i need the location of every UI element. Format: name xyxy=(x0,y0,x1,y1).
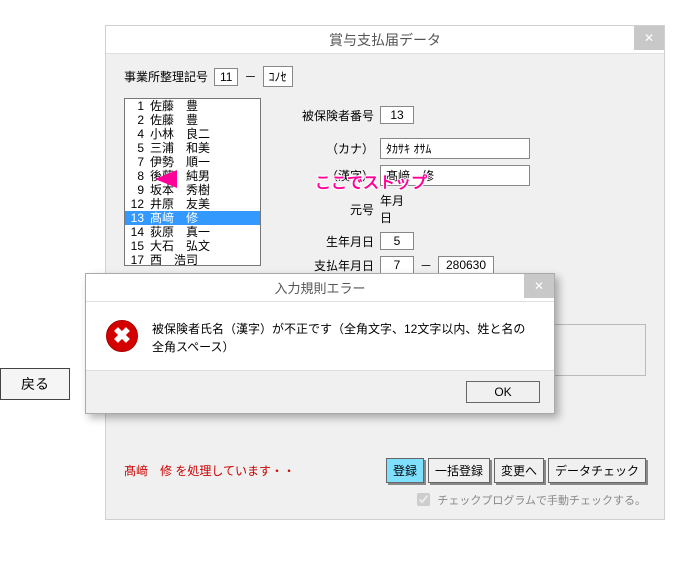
ok-button[interactable]: OK xyxy=(466,381,540,403)
list-item: 17西 浩司 xyxy=(125,253,260,266)
error-body: ✖ 被保険者氏名（漢字）が不正です（全角文字、12文字以内、姓と名の全角スペース… xyxy=(86,302,554,370)
register-button[interactable]: 登録 xyxy=(386,458,424,483)
employee-list[interactable]: 1佐藤 豊 2佐藤 豊 4小林 良二 5三浦 和美 7伊勢 順一 8後藤 純男 … xyxy=(124,98,261,266)
insured-no-label: 被保険者番号 xyxy=(292,107,374,124)
list-item: 12井原 友美 xyxy=(125,197,260,211)
pay-date-field[interactable]: 280630 xyxy=(438,256,494,274)
form-area: 被保険者番号 13 （カナ） ﾀｶｻｷ ｵｻﾑ （漢字） 髙﨑 修 元号 年月日… xyxy=(292,106,530,280)
manual-check-checkbox[interactable] xyxy=(417,493,430,506)
error-titlebar: 入力規則エラー ✕ xyxy=(86,274,554,302)
office-code-row: 事業所整理記号 11 － ｺﾉｾ xyxy=(124,66,646,87)
office-code-1[interactable]: 11 xyxy=(214,68,238,86)
office-code-label: 事業所整理記号 xyxy=(124,68,208,85)
pay-date-label: 支払年月日 xyxy=(292,257,374,274)
office-code-2[interactable]: ｺﾉｾ xyxy=(263,66,293,87)
back-button[interactable]: 戻る xyxy=(0,368,70,400)
pay-era-field[interactable]: 7 xyxy=(380,256,414,274)
change-button[interactable]: 変更へ xyxy=(494,458,544,483)
kanji-field[interactable]: 髙﨑 修 xyxy=(380,165,530,186)
list-item: 1佐藤 豊 xyxy=(125,99,260,113)
list-item-selected: 13髙﨑 修 xyxy=(125,211,260,225)
error-dialog: 入力規則エラー ✕ ✖ 被保険者氏名（漢字）が不正です（全角文字、12文字以内、… xyxy=(85,273,555,414)
list-item: 9坂本 秀樹 xyxy=(125,183,260,197)
list-item: 15大石 弘文 xyxy=(125,239,260,253)
status-text: 髙﨑 修 を処理しています・・ xyxy=(124,462,295,479)
list-item: 4小林 良二 xyxy=(125,127,260,141)
kanji-label: （漢字） xyxy=(292,167,374,184)
office-code-dash: － xyxy=(244,68,256,85)
close-icon[interactable]: ✕ xyxy=(634,26,664,50)
list-item: 7伊勢 順一 xyxy=(125,155,260,169)
error-footer: OK xyxy=(86,370,554,413)
kana-label: （カナ） xyxy=(292,140,374,157)
list-item: 2佐藤 豊 xyxy=(125,113,260,127)
error-message: 被保険者氏名（漢字）が不正です（全角文字、12文字以内、姓と名の全角スペース） xyxy=(152,320,534,356)
insured-no-field[interactable]: 13 xyxy=(380,106,414,124)
bottom-button-bar: 登録 一括登録 変更へ データチェック xyxy=(386,458,646,483)
birth-label: 生年月日 xyxy=(292,233,374,250)
list-item: 5三浦 和美 xyxy=(125,141,260,155)
window-title: 賞与支払届データ xyxy=(329,30,441,50)
manual-check-label: チェックプログラムで手動チェックする。 xyxy=(437,492,646,508)
error-title: 入力規則エラー xyxy=(274,278,365,297)
error-close-icon[interactable]: ✕ xyxy=(524,274,554,298)
pay-dash: － xyxy=(420,257,432,274)
era-sub-label: 年月日 xyxy=(380,192,410,226)
manual-check-row: チェックプログラムで手動チェックする。 xyxy=(413,490,646,509)
bulk-register-button[interactable]: 一括登録 xyxy=(428,458,490,483)
error-icon: ✖ xyxy=(106,320,138,352)
list-item: 14荻原 真一 xyxy=(125,225,260,239)
birth-code-field[interactable]: 5 xyxy=(380,232,414,250)
kana-field[interactable]: ﾀｶｻｷ ｵｻﾑ xyxy=(380,138,530,159)
era-label: 元号 xyxy=(292,201,374,218)
data-check-button[interactable]: データチェック xyxy=(548,458,646,483)
main-titlebar: 賞与支払届データ ✕ xyxy=(106,26,664,54)
list-item: 8後藤 純男 xyxy=(125,169,260,183)
